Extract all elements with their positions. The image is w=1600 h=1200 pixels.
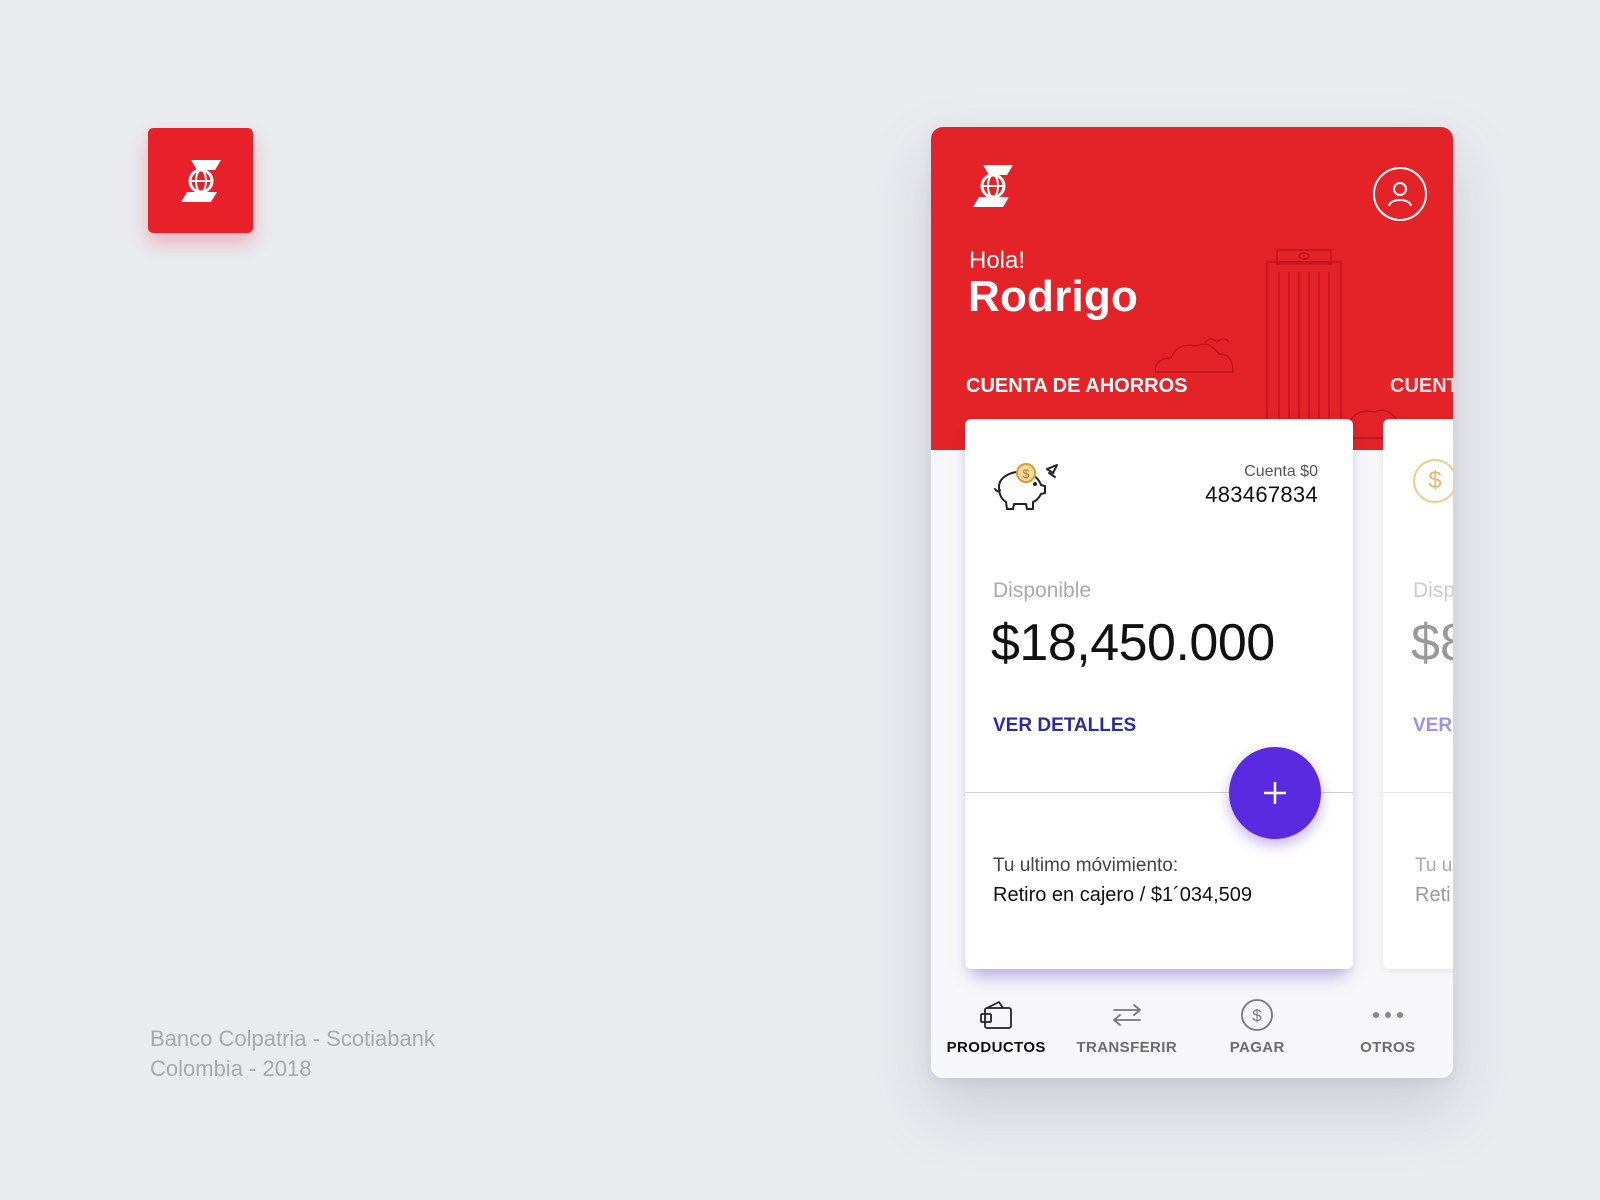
available-label: Disponible — [993, 579, 1092, 602]
balance-amount: $18,450.000 — [991, 614, 1275, 672]
credits-line-2: Colombia - 2018 — [150, 1056, 312, 1081]
header-banner: Hola! Rodrigo CUENTA DE AHORROS CUENT — [931, 127, 1453, 452]
wallet-icon — [980, 1001, 1013, 1029]
next-card-divider — [1383, 792, 1453, 793]
account-card[interactable]: $ Cuenta $0 483467834 Disponible $18,450… — [965, 419, 1353, 969]
view-details-link[interactable]: VER DETALLES — [993, 715, 1136, 737]
next-last-movement-value: Reti — [1415, 884, 1451, 906]
next-last-movement-label: Tu u — [1415, 855, 1453, 876]
nav-label-transferir: TRANSFERIR — [1076, 1039, 1178, 1056]
nav-item-pagar[interactable]: $ PAGAR — [1192, 989, 1323, 1078]
add-button[interactable] — [1229, 747, 1321, 839]
nav-item-productos[interactable]: PRODUCTOS — [931, 989, 1062, 1078]
next-account-card[interactable]: $ Disp $8 VER Tu u Reti — [1383, 419, 1453, 969]
credits: Banco Colpatria - Scotiabank Colombia - … — [150, 1024, 435, 1084]
city-skyline-illustration — [1155, 249, 1412, 452]
account-type-title[interactable]: CUENTA DE AHORROS — [966, 375, 1187, 398]
last-movement-label: Tu ultimo móvimiento: — [993, 855, 1179, 876]
last-movement-value: Retiro en cajero / $1´034,509 — [993, 884, 1253, 906]
greeting-text: Hola! — [969, 247, 1026, 274]
svg-text:$: $ — [1023, 467, 1030, 481]
nav-item-transferir[interactable]: TRANSFERIR — [1062, 989, 1193, 1078]
svg-text:$: $ — [1253, 1006, 1263, 1025]
nav-label-otros: OTROS — [1360, 1039, 1416, 1056]
piggy-bank-icon: $ — [994, 463, 1058, 510]
next-view-details-link[interactable]: VER — [1413, 715, 1452, 737]
more-dots-icon — [1372, 1012, 1403, 1018]
transfer-arrows-icon — [1112, 1004, 1141, 1026]
account-label: Cuenta $0 — [1244, 463, 1318, 480]
dollar-coin-icon: $ — [1413, 459, 1453, 503]
scotiabank-logo-icon — [973, 165, 1013, 207]
scotiabank-logo-icon — [180, 159, 221, 202]
next-account-type-title[interactable]: CUENT — [1390, 375, 1453, 398]
next-available-label: Disp — [1413, 579, 1453, 602]
plus-icon — [1264, 782, 1286, 804]
user-name: Rodrigo — [968, 272, 1139, 321]
phone-screen: Hola! Rodrigo CUENTA DE AHORROS CUENT $ … — [931, 127, 1453, 1078]
dollar-circle-icon: $ — [1241, 999, 1274, 1031]
user-profile-icon — [1388, 182, 1412, 207]
next-balance-amount: $8 — [1411, 614, 1453, 672]
nav-label-productos: PRODUCTOS — [946, 1039, 1046, 1056]
nav-label-pagar: PAGAR — [1229, 1039, 1285, 1056]
bottom-nav: PRODUCTOS TRANSFERIR $ PAGAR OTROS — [931, 989, 1453, 1078]
app-icon-tile — [148, 128, 253, 233]
credits-line-1: Banco Colpatria - Scotiabank — [150, 1026, 435, 1051]
account-number: 483467834 — [1205, 482, 1318, 507]
nav-item-otros[interactable]: OTROS — [1323, 989, 1454, 1078]
